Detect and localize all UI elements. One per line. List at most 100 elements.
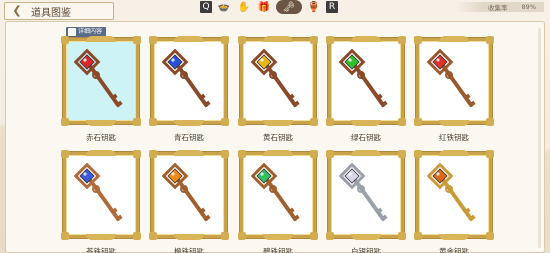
tab-goods[interactable]: 🏺 [306, 1, 322, 13]
frame-corner [310, 118, 318, 126]
item-frame [61, 150, 141, 240]
key-icon [339, 49, 388, 108]
frame-corner [326, 232, 334, 240]
frame-corner [221, 118, 229, 126]
item-frame [238, 150, 318, 240]
frame-corner [238, 150, 246, 158]
item-name: 黄金钥匙 [439, 247, 469, 253]
key-icon [251, 49, 300, 108]
item-card[interactable]: 黄石钥匙 [238, 36, 318, 148]
frame-corner [486, 150, 494, 158]
key-icon [427, 163, 476, 222]
frame-corner [398, 150, 406, 158]
frame-corner [398, 232, 406, 240]
frame-corner [133, 150, 141, 158]
frame-corner [221, 36, 229, 44]
title-box: ❮ 道具图鉴 [4, 2, 114, 20]
key-icon [162, 49, 211, 108]
key-icon [162, 163, 211, 222]
frame-corner [238, 36, 246, 44]
key-icon [339, 163, 388, 222]
item-card[interactable]: 红铁钥匙 [414, 36, 494, 148]
frame-corner [414, 232, 422, 240]
frame-corner [133, 118, 141, 126]
tab-gift[interactable]: 🎁 [256, 1, 272, 13]
item-frame [326, 150, 406, 240]
collection-rate-value: 89% [521, 3, 536, 11]
frame-corner [61, 150, 69, 158]
category-tab-bar: Q 🍲 ✋ 🎁 🗝 🏺 R [200, 0, 350, 14]
item-name: 黄石钥匙 [263, 133, 293, 142]
item-name: 绿石钥匙 [351, 133, 381, 142]
item-frame [414, 150, 494, 240]
frame-corner [326, 150, 334, 158]
top-bar: ❮ 道具图鉴 Q 🍲 ✋ 🎁 🗝 🏺 R 收集率 89% [0, 0, 550, 20]
item-card[interactable]: 绿石钥匙 [326, 36, 406, 148]
item-name: 青石钥匙 [174, 133, 204, 142]
item-frame [61, 36, 141, 126]
item-card[interactable]: 白银钥匙 [326, 150, 406, 253]
detail-icon [68, 28, 76, 36]
frame-corner [133, 36, 141, 44]
back-arrow-icon[interactable]: ❮ [9, 4, 25, 18]
frame-corner [310, 232, 318, 240]
item-card[interactable]: 青石钥匙 [149, 36, 229, 148]
item-name: 红铁钥匙 [439, 133, 469, 142]
frame-corner [310, 150, 318, 158]
item-card[interactable]: 赤石钥匙 [61, 36, 141, 148]
frame-corner [149, 118, 157, 126]
frame-corner [238, 118, 246, 126]
key-icon [74, 49, 123, 108]
frame-corner [486, 36, 494, 44]
item-name: 橙铁钥匙 [174, 247, 204, 253]
items-icon: 🗝 [282, 1, 296, 13]
collection-rate-bar: 收集率 89% [456, 2, 544, 12]
frame-corner [414, 118, 422, 126]
item-name: 白银钥匙 [351, 247, 381, 253]
key-icon [251, 163, 300, 222]
frame-corner [149, 150, 157, 158]
detail-tag-label: 详细内容 [78, 28, 103, 35]
frame-corner [486, 118, 494, 126]
page-title: 道具图鉴 [31, 7, 71, 19]
frame-corner [414, 150, 422, 158]
frame-corner [149, 232, 157, 240]
frame-corner [61, 118, 69, 126]
prev-tab-key-q[interactable]: Q [200, 1, 212, 13]
item-frame [326, 36, 406, 126]
gift-icon: 🎁 [257, 1, 271, 13]
frame-corner [221, 150, 229, 158]
goods-icon: 🏺 [307, 1, 321, 13]
frame-corner [398, 36, 406, 44]
hand-icon: ✋ [237, 1, 251, 13]
item-card[interactable]: 黄金钥匙 [414, 150, 494, 253]
item-frame [149, 36, 229, 126]
tab-items[interactable]: 🗝 [276, 0, 302, 14]
frame-corner [310, 36, 318, 44]
item-name: 苍铁钥匙 [86, 247, 116, 253]
collection-rate-label: 收集率 [488, 4, 508, 12]
item-frame [149, 150, 229, 240]
frame-corner [326, 36, 334, 44]
tab-pot[interactable]: 🍲 [216, 1, 232, 13]
scrollbar[interactable] [538, 28, 541, 248]
item-card[interactable]: 碧铁钥匙 [238, 150, 318, 253]
item-card[interactable]: 橙铁钥匙 [149, 150, 229, 253]
item-card[interactable]: 苍铁钥匙 [61, 150, 141, 253]
frame-corner [486, 232, 494, 240]
next-tab-key-r[interactable]: R [326, 1, 338, 13]
frame-corner [326, 118, 334, 126]
frame-corner [221, 232, 229, 240]
frame-corner [238, 232, 246, 240]
item-frame [414, 36, 494, 126]
frame-corner [149, 36, 157, 44]
key-icon [427, 49, 476, 108]
item-frame [238, 36, 318, 126]
key-icon [74, 163, 123, 222]
item-name: 碧铁钥匙 [263, 247, 293, 253]
item-name: 赤石钥匙 [86, 133, 116, 142]
frame-corner [398, 118, 406, 126]
tab-hand[interactable]: ✋ [236, 1, 252, 13]
frame-corner [133, 232, 141, 240]
frame-corner [414, 36, 422, 44]
